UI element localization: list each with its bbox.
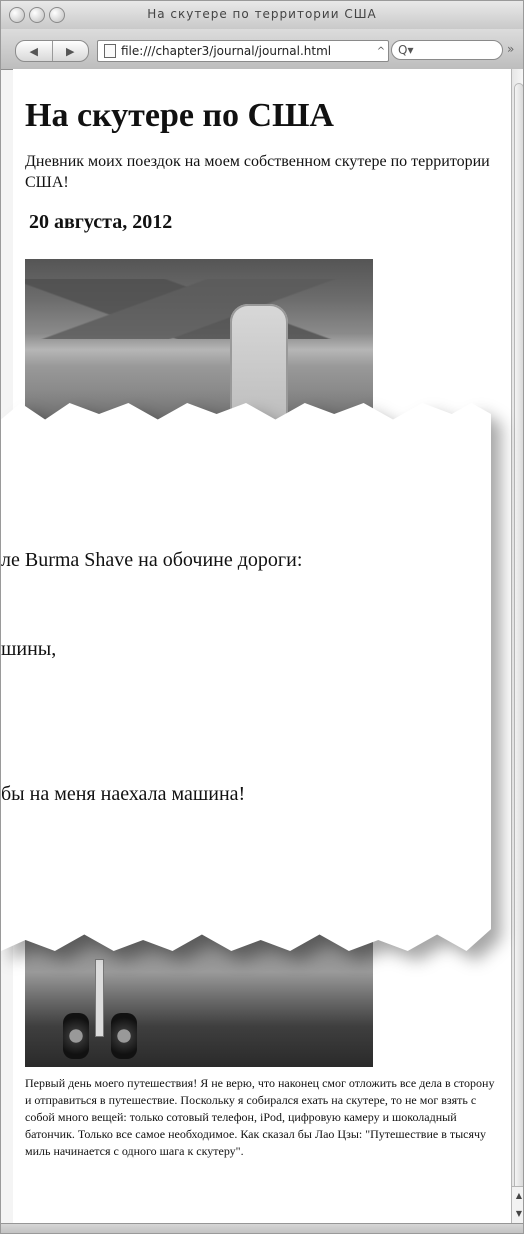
address-bar[interactable]: file:///chapter3/journal/journal.html ^ <box>97 40 389 62</box>
segway-photo <box>25 931 373 1067</box>
entry-date: 20 августа, 2012 <box>29 211 173 233</box>
segway-pole <box>95 959 104 1037</box>
road-photo <box>25 259 373 424</box>
segway-icon <box>63 959 137 1067</box>
torn-paper-panel: ле Burma Shave на обочине дороги: шины, … <box>1 403 491 951</box>
entry-body: Первый день моего путешествия! Я не верю… <box>25 1076 495 1158</box>
back-button[interactable]: ◀ <box>16 41 53 61</box>
zoom-callout: ле Burma Shave на обочине дороги: шины, … <box>1 403 501 951</box>
page-icon <box>104 44 116 58</box>
zoom-text-line-2: шины, <box>1 638 57 660</box>
zoom-text-line-3: бы на меня наехала машина! <box>1 783 246 805</box>
nav-buttons: ◀ ▶ <box>15 40 89 62</box>
toolbar-overflow-icon[interactable]: » <box>507 42 514 56</box>
page-intro: Дневник моих поездок на моем собственном… <box>25 153 490 191</box>
forward-button[interactable]: ▶ <box>53 41 89 61</box>
url-menu-icon[interactable]: ^ <box>374 46 388 57</box>
segway-right-wheel <box>111 1013 137 1059</box>
search-field[interactable]: Q▾ <box>391 40 503 60</box>
scroll-arrows[interactable]: ▲ ▼ <box>512 1186 523 1223</box>
scroll-up-arrow[interactable]: ▲ <box>512 1187 523 1205</box>
title-bar: На скутере по территории США <box>1 1 523 30</box>
window-title: На скутере по территории США <box>147 7 377 21</box>
page-title: На скутере по США <box>25 97 334 134</box>
scroll-down-arrow[interactable]: ▼ <box>512 1205 523 1223</box>
url-text[interactable]: file:///chapter3/journal/journal.html <box>121 44 374 58</box>
scroll-thumb[interactable] <box>514 83 523 1213</box>
browser-window: На скутере по территории США ◀ ▶ file://… <box>0 0 524 1234</box>
toolbar: ◀ ▶ file:///chapter3/journal/journal.htm… <box>1 29 523 70</box>
zoom-text-line-1: ле Burma Shave на обочине дороги: <box>1 549 303 571</box>
vertical-scrollbar[interactable]: ▲ ▼ <box>511 69 523 1223</box>
mountain-silhouette <box>25 279 373 339</box>
status-bar <box>1 1223 523 1233</box>
segway-left-wheel <box>63 1013 89 1059</box>
